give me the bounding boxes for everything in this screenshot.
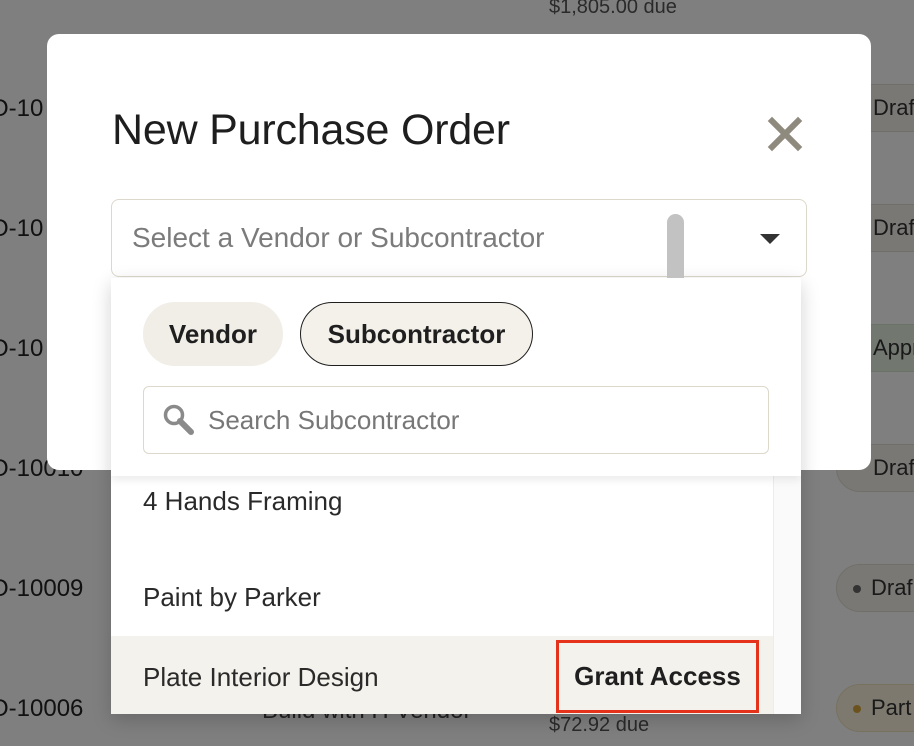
modal-title: New Purchase Order (112, 106, 510, 154)
vendor-dropdown-panel: Vendor Subcontractor 4 Hands Framing Pai… (111, 278, 801, 714)
vendor-subcontractor-select[interactable]: Select a Vendor or Subcontractor (111, 199, 807, 277)
close-icon (767, 116, 803, 152)
list-item[interactable]: Paint by Parker (111, 556, 773, 636)
close-button[interactable] (767, 116, 803, 152)
grant-access-button[interactable]: Grant Access (556, 640, 759, 713)
search-field (143, 386, 769, 454)
list-item[interactable]: Plate Interior Design Grant Access (111, 636, 773, 714)
select-placeholder: Select a Vendor or Subcontractor (132, 222, 545, 253)
list-item-label: Paint by Parker (143, 582, 321, 612)
dropdown-header: Vendor Subcontractor (111, 278, 801, 476)
tab-vendor[interactable]: Vendor (143, 302, 283, 366)
list-item-label: 4 Hands Framing (143, 486, 343, 516)
search-icon (163, 404, 194, 435)
search-input[interactable] (208, 399, 748, 441)
tab-subcontractor[interactable]: Subcontractor (300, 302, 533, 366)
scrollbar-track[interactable] (773, 476, 801, 714)
chevron-down-icon (760, 234, 780, 244)
list-item[interactable]: 4 Hands Framing (111, 476, 773, 556)
list-item-label: Plate Interior Design (143, 662, 379, 692)
subcontractor-list: 4 Hands Framing Paint by Parker Plate In… (111, 476, 773, 714)
